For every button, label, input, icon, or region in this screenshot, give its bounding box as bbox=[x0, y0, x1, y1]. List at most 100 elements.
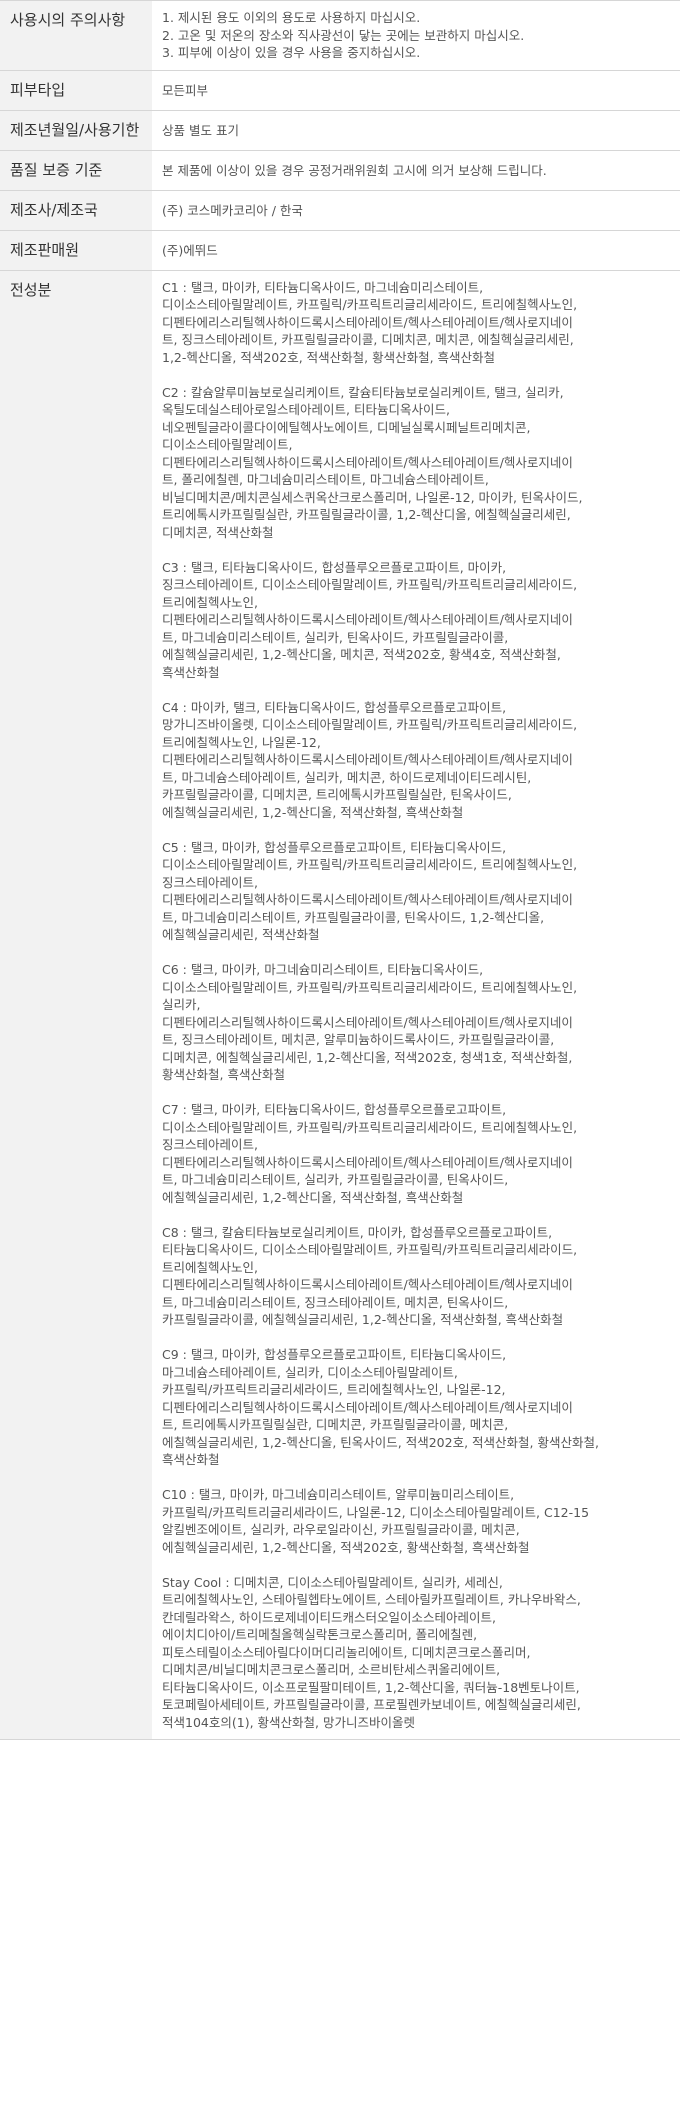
ingredient-line: 디펜타에리스리틸헥사하이드록시스테아레이트/헥사스테아레이트/헥사로지네이 bbox=[162, 1154, 573, 1170]
ingredient-line: 에칠헥실글리세린, 1,2-헥산디올, 적색산화철, 흑색산화철 bbox=[162, 1189, 464, 1205]
ingredient-line: 트, 마그네슘미리스테이트, 실리카, 틴옥사이드, 카프릴릴글라이콜, bbox=[162, 629, 509, 645]
ingredient-line: 디이소스테아릴말레이트, 카프릴릭/카프릭트리글리세라이드, 트리에칠헥사노인, bbox=[162, 1119, 578, 1135]
ingredient-line: 트, 마그네슘미리스테이트, 실리카, 카프릴릴글라이콜, 틴옥사이드, bbox=[162, 1172, 509, 1187]
ingredient-line: 트리에칠헥사노인, 스테아릴헵타노에이트, 스테아릴카프릴레이트, 카나우바왁스… bbox=[162, 1592, 581, 1607]
row-quality: 품질 보증 기준 본 제품에 이상이 있을 경우 공정거래위원회 고시에 의거 … bbox=[0, 150, 680, 191]
ingredient-group: C7 : 탤크, 마이카, 티타늄디옥사이드, 합성플루오르플로고파이트, 디이소… bbox=[162, 1101, 672, 1206]
ingredient-line: 징크스테아레이트, bbox=[162, 874, 258, 890]
skin-type-value: 모든피부 bbox=[152, 70, 680, 111]
ingredient-line: 디이소스테아릴말레이트, 카프릴릭/카프릭트리글리세라이드, 트리에칠헥사노인, bbox=[162, 979, 578, 995]
ingredient-line: 디메치콘/비닐디메치콘크로스폴리머, 소르비탄세스퀴올리에이트, bbox=[162, 1662, 501, 1677]
skin-type-label: 피부타입 bbox=[0, 70, 152, 111]
ingredient-line: 트, 폴리에칠렌, 마그네슘미리스테이트, 마그네슘스테아레이트, bbox=[162, 472, 489, 487]
ingredient-line: 디이소스테아릴말레이트, 카프릴릭/카프릭트리글리세라이드, 트리에칠헥사노인, bbox=[162, 857, 578, 872]
ingredient-line: 디펜타에리스리틸헥사하이드록시스테아레이트/헥사스테아레이트/헥사로지네이 bbox=[162, 752, 573, 767]
ingredient-line: 카프릴릴글라이콜, 에칠헥실글리세린, 1,2-헥산디올, 적색산화철, 흑색산… bbox=[162, 1312, 564, 1327]
ingredient-line: 1,2-헥산디올, 적색202호, 적색산화철, 황색산화철, 흑색산화철 bbox=[162, 349, 496, 365]
ingredient-group: C5 : 탤크, 마이카, 합성플루오르플로고파이트, 티타늄디옥사이드, 디이소… bbox=[162, 839, 672, 944]
manufacture-date-value: 상품 별도 표기 bbox=[152, 110, 680, 151]
ingredient-line: 토코페릴아세테이트, 카프릴릴글라이콜, 프로필렌카보네이트, 에칠헥실글리세린… bbox=[162, 1697, 581, 1712]
ingredient-line: 트리에칠헥사노인, bbox=[162, 1259, 258, 1275]
row-manufacturer: 제조사/제조국 (주) 코스메카코리아 / 한국 bbox=[0, 190, 680, 231]
ingredient-line: 디펜타에리스리틸헥사하이드록시스테아레이트/헥사스테아레이트/헥사로지네이 bbox=[162, 314, 573, 330]
ingredient-line: 트, 징크스테아레이트, 카프릴릴글라이콜, 디메치콘, 메치콘, 에칠헥실글리… bbox=[162, 332, 574, 347]
ingredient-line: C7 : 탤크, 마이카, 티타늄디옥사이드, 합성플루오르플로고파이트, bbox=[162, 1102, 507, 1117]
ingredient-line: 에이치디아이/트리메칠올헥실락톤크로스폴리머, 폴리에칠렌, bbox=[162, 1627, 478, 1642]
ingredient-line: 적색104호의(1), 황색산화철, 망가니즈바이올렛 bbox=[162, 1714, 415, 1730]
ingredient-line: 트, 마그네슘미리스테이트, 카프릴릴글라이콜, 틴옥사이드, 1,2-헥산디올… bbox=[162, 909, 545, 925]
ingredient-line: 트, 징크스테아레이트, 메치콘, 알루미늄하이드록사이드, 카프릴릴글라이콜, bbox=[162, 1032, 555, 1047]
ingredient-line: 칸데릴라왁스, 하이드로제네이티드캐스터오일이소스테아레이트, bbox=[162, 1609, 496, 1625]
ingredients-value: C1 : 탤크, 마이카, 티타늄디옥사이드, 마그네슘미리스테이트, 디이소스테… bbox=[152, 270, 680, 1740]
ingredient-line: 티타늄디옥사이드, 이소프로필팔미테이트, 1,2-헥산디올, 쿼터늄-18벤토… bbox=[162, 1679, 580, 1695]
ingredient-line: C3 : 탤크, 티타늄디옥사이드, 합성플루오르플로고파이트, 마이카, bbox=[162, 559, 507, 575]
ingredient-line: C2 : 칼슘알루미늄보로실리케이트, 칼슘티타늄보로실리케이트, 탤크, 실리… bbox=[162, 384, 564, 400]
ingredient-line: C8 : 탤크, 칼슘티타늄보로실리케이트, 마이카, 합성플루오르플로고파이트… bbox=[162, 1224, 553, 1240]
ingredient-line: 디펜타에리스리틸헥사하이드록시스테아레이트/헥사스테아레이트/헥사로지네이 bbox=[162, 1277, 573, 1292]
ingredient-group: C10 : 탤크, 마이카, 마그네슘미리스테이트, 알루미늄미리스테이트, 카프… bbox=[162, 1486, 672, 1556]
ingredient-line: 카프릴릭/카프릭트리글리세라이드, 나일론-12, 디이소스테아릴말레이트, C… bbox=[162, 1504, 590, 1520]
row-ingredients: 전성분 C1 : 탤크, 마이카, 티타늄디옥사이드, 마그네슘미리스테이트, 디… bbox=[0, 270, 680, 1740]
ingredient-line: 네오펜틸글라이콜다이에틸헥사노에이트, 디메닐실록시페닐트리메치콘, bbox=[162, 419, 531, 435]
ingredient-line: 트리에칠헥사노인, bbox=[162, 594, 258, 610]
ingredient-line: C1 : 탤크, 마이카, 티타늄디옥사이드, 마그네슘미리스테이트, bbox=[162, 279, 484, 295]
ingredient-line: 카프릴릭/카프릭트리글리세라이드, 트리에칠헥사노인, 나일론-12, bbox=[162, 1382, 506, 1397]
ingredient-group: C3 : 탤크, 티타늄디옥사이드, 합성플루오르플로고파이트, 마이카, 징크스… bbox=[162, 559, 672, 682]
ingredient-line: C5 : 탤크, 마이카, 합성플루오르플로고파이트, 티타늄디옥사이드, bbox=[162, 839, 507, 855]
ingredients-label: 전성분 bbox=[0, 270, 152, 1740]
ingredient-line: 디이소스테아릴말레이트, 카프릴릭/카프릭트리글리세라이드, 트리에칠헥사노인, bbox=[162, 297, 578, 312]
ingredient-line: 망가니즈바이올렛, 디이소스테아릴말레이트, 카프릴릭/카프릭트리글리세라이드, bbox=[162, 717, 578, 732]
ingredient-line: 디펜타에리스리틸헥사하이드록시스테아레이트/헥사스테아레이트/헥사로지네이 bbox=[162, 892, 573, 907]
ingredient-group: C4 : 마이카, 탤크, 티타늄디옥사이드, 합성플루오르플로고파이트, 망가니… bbox=[162, 699, 672, 822]
ingredient-group: C8 : 탤크, 칼슘티타늄보로실리케이트, 마이카, 합성플루오르플로고파이트… bbox=[162, 1224, 672, 1329]
ingredient-line: 트, 마그네슘스테아레이트, 실리카, 메치콘, 하이드로제네이티드레시틴, bbox=[162, 769, 532, 785]
precaution-line: 2. 고온 및 저온의 장소와 직사광선이 닿는 곳에는 보관하지 마십시오. bbox=[162, 27, 525, 43]
precaution-line: 1. 제시된 용도 이외의 용도로 사용하지 마십시오. bbox=[162, 10, 421, 25]
ingredient-line: C6 : 탤크, 마이카, 마그네슘미리스테이트, 티타늄디옥사이드, bbox=[162, 962, 484, 977]
ingredient-line: 흑색산화철 bbox=[162, 1452, 220, 1467]
ingredient-line: 에칠헥실글리세린, 1,2-헥산디올, 메치콘, 적색202호, 황색4호, 적… bbox=[162, 647, 561, 662]
ingredient-line: 실리카, bbox=[162, 997, 201, 1012]
product-info-table: 사용시의 주의사항 1. 제시된 용도 이외의 용도로 사용하지 마십시오. 2… bbox=[0, 0, 680, 1740]
ingredient-line: 알킬벤조에이트, 실리카, 라우로일라이신, 카프릴릴글라이콜, 메치콘, bbox=[162, 1522, 520, 1537]
ingredient-line: 디메치콘, 에칠헥실글리세린, 1,2-헥산디올, 적색202호, 청색1호, … bbox=[162, 1049, 573, 1065]
ingredient-line: 티타늄디옥사이드, 디이소스테아릴말레이트, 카프릴릭/카프릭트리글리세라이드, bbox=[162, 1242, 578, 1257]
seller-label: 제조판매원 bbox=[0, 230, 152, 271]
ingredient-line: 트, 트리에톡시카프릴릴실란, 디메치콘, 카프릴릴글라이콜, 메치콘, bbox=[162, 1417, 509, 1432]
ingredient-line: 비닐디메치콘/메치콘실세스퀴옥산크로스폴리머, 나일론-12, 마이카, 틴옥사… bbox=[162, 489, 583, 505]
row-manufacture-date: 제조년월일/사용기한 상품 별도 표기 bbox=[0, 110, 680, 151]
ingredient-line: 디펜타에리스리틸헥사하이드록시스테아레이트/헥사스테아레이트/헥사로지네이 bbox=[162, 1014, 573, 1030]
ingredient-line: 디펜타에리스리틸헥사하이드록시스테아레이트/헥사스테아레이트/헥사로지네이 bbox=[162, 612, 573, 627]
ingredient-line: 트, 마그네슘미리스테이트, 징크스테아레이트, 메치콘, 틴옥사이드, bbox=[162, 1294, 509, 1310]
manufacturer-value: (주) 코스메카코리아 / 한국 bbox=[152, 190, 680, 231]
row-skin-type: 피부타입 모든피부 bbox=[0, 70, 680, 111]
ingredient-line: 에칠헥실글리세린, 1,2-헥산디올, 적색산화철, 흑색산화철 bbox=[162, 804, 464, 820]
ingredient-group: Stay Cool : 디메치콘, 디이소스테아릴말레이트, 실리카, 세레신,… bbox=[162, 1574, 672, 1732]
precautions-value: 1. 제시된 용도 이외의 용도로 사용하지 마십시오. 2. 고온 및 저온의… bbox=[152, 0, 680, 71]
ingredient-line: 황색산화철, 흑색산화철 bbox=[162, 1067, 285, 1082]
ingredient-line: 흑색산화철 bbox=[162, 664, 220, 680]
ingredient-group: C2 : 칼슘알루미늄보로실리케이트, 칼슘티타늄보로실리케이트, 탤크, 실리… bbox=[162, 384, 672, 542]
ingredient-line: C10 : 탤크, 마이카, 마그네슘미리스테이트, 알루미늄미리스테이트, bbox=[162, 1487, 515, 1502]
ingredient-line: 마그네슘스테아레이트, 실리카, 디이소스테아릴말레이트, bbox=[162, 1364, 458, 1380]
ingredient-line: C4 : 마이카, 탤크, 티타늄디옥사이드, 합성플루오르플로고파이트, bbox=[162, 699, 507, 715]
ingredient-line: 에칠헥실글리세린, 1,2-헥산디올, 틴옥사이드, 적색202호, 적색산화철… bbox=[162, 1434, 599, 1450]
ingredient-line: 디펜타에리스리틸헥사하이드록시스테아레이트/헥사스테아레이트/헥사로지네이 bbox=[162, 454, 573, 470]
precautions-label: 사용시의 주의사항 bbox=[0, 0, 152, 71]
ingredient-group: C6 : 탤크, 마이카, 마그네슘미리스테이트, 티타늄디옥사이드, 디이소스테… bbox=[162, 961, 672, 1084]
ingredient-line: 피토스테릴이소스테아릴다이머디리놀리에이트, 디메치콘크로스폴리머, bbox=[162, 1644, 531, 1660]
ingredient-line: 에칠헥실글리세린, 적색산화철 bbox=[162, 927, 320, 942]
ingredient-line: 디이소스테아릴말레이트, bbox=[162, 437, 293, 452]
ingredient-line: 징크스테아레이트, 디이소스테아릴말레이트, 카프릴릭/카프릭트리글리세라이드, bbox=[162, 577, 578, 592]
ingredient-line: 트리에톡시카프릴릴실란, 카프릴릴글라이콜, 1,2-헥산디올, 에칠헥실글리세… bbox=[162, 507, 571, 522]
row-seller: 제조판매원 (주)에뛰드 bbox=[0, 230, 680, 271]
manufacturer-label: 제조사/제조국 bbox=[0, 190, 152, 231]
ingredient-line: 트리에칠헥사노인, 나일론-12, bbox=[162, 734, 321, 750]
ingredient-line: C9 : 탤크, 마이카, 합성플루오르플로고파이트, 티타늄디옥사이드, bbox=[162, 1347, 507, 1362]
ingredient-line: 에칠헥실글리세린, 1,2-헥산디올, 적색202호, 황색산화철, 흑색산화철 bbox=[162, 1539, 530, 1555]
ingredient-line: Stay Cool : 디메치콘, 디이소스테아릴말레이트, 실리카, 세레신, bbox=[162, 1574, 503, 1590]
quality-value: 본 제품에 이상이 있을 경우 공정거래위원회 고시에 의거 보상해 드립니다. bbox=[152, 150, 680, 191]
ingredient-line: 카프릴릴글라이콜, 디메치콘, 트리에톡시카프릴릴실란, 틴옥사이드, bbox=[162, 787, 512, 802]
ingredient-line: 디메치콘, 적색산화철 bbox=[162, 524, 274, 540]
precaution-line: 3. 피부에 이상이 있을 경우 사용을 중지하십시오. bbox=[162, 45, 421, 60]
